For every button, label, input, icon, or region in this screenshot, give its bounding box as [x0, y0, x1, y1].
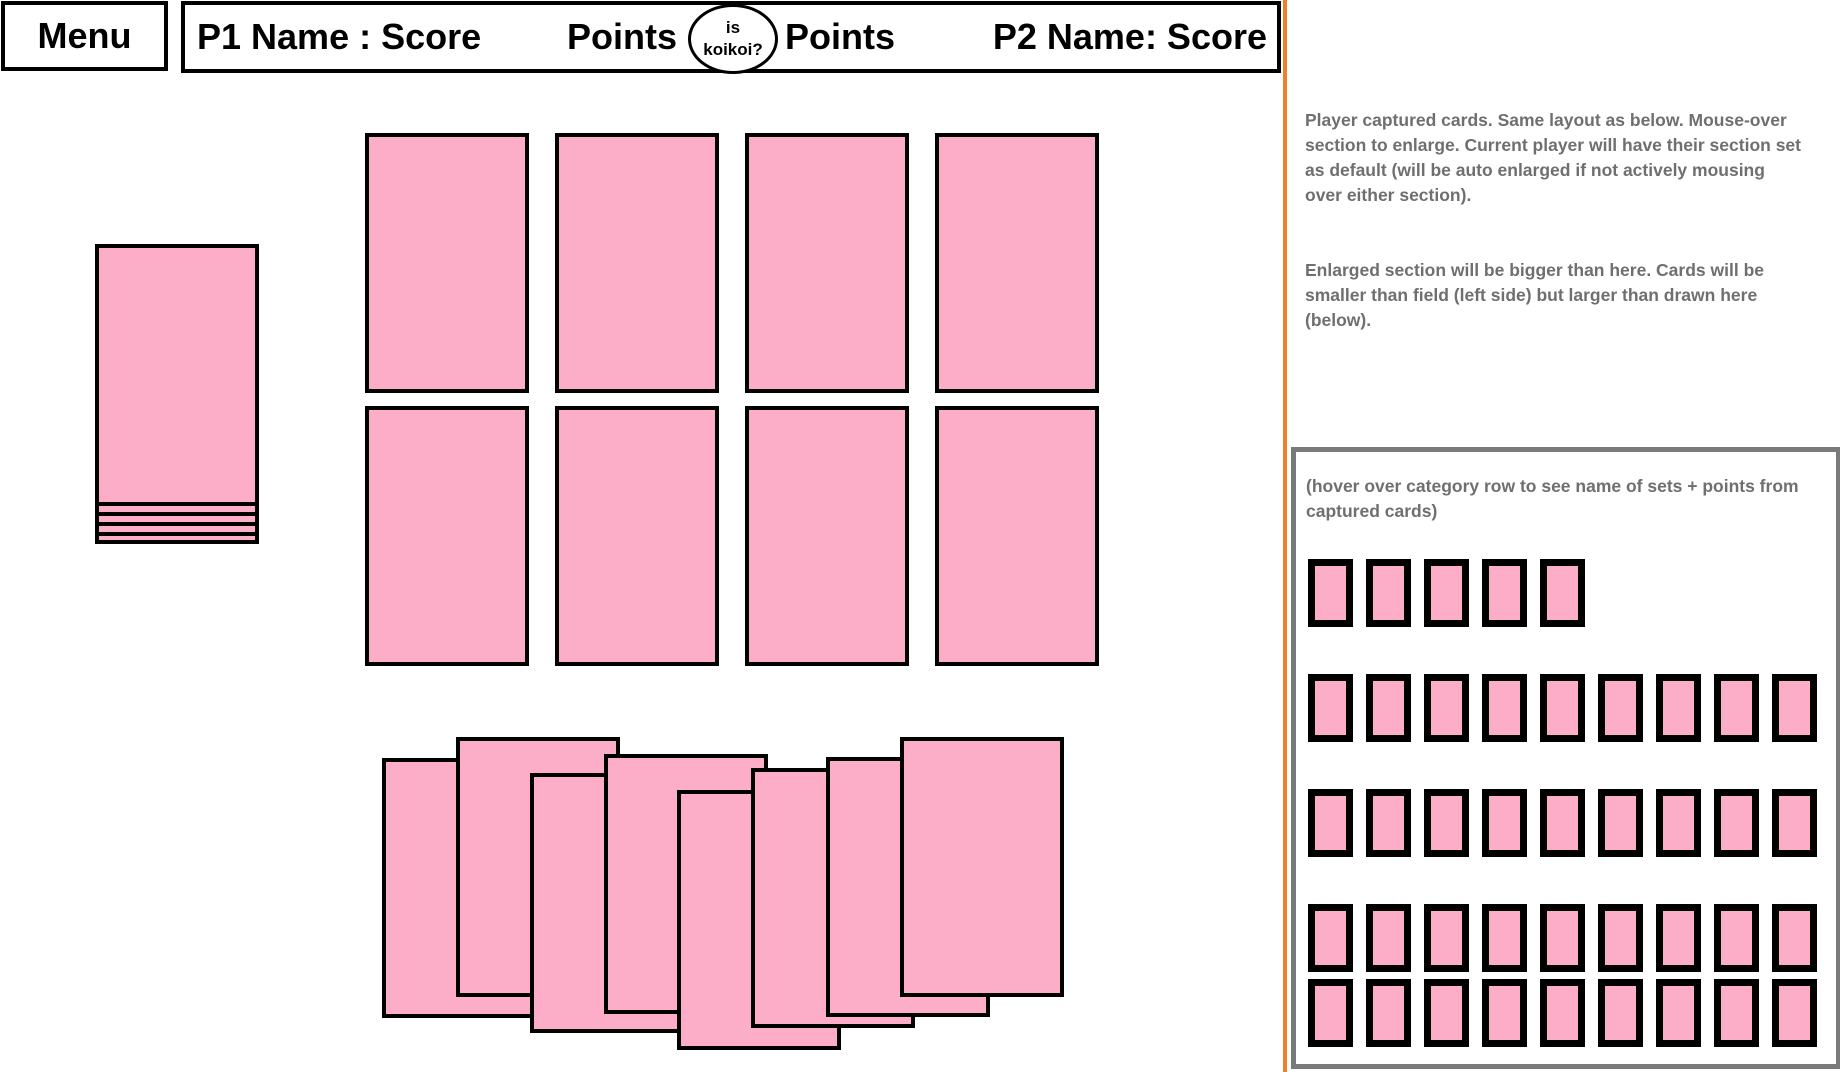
field-card[interactable]: [745, 133, 909, 393]
captured-card: [1540, 789, 1585, 857]
captured-card: [1772, 789, 1817, 857]
captured-card: [1656, 904, 1701, 972]
deck-edge-line: [99, 512, 255, 516]
category-row[interactable]: [1296, 789, 1836, 857]
captured-cards-panel: Player captured cards. Same layout as be…: [1283, 0, 1840, 1072]
captured-card: [1308, 674, 1353, 742]
captured-card: [1656, 674, 1701, 742]
koikoi-line-2: koikoi?: [703, 40, 763, 59]
captured-card: [1308, 559, 1353, 627]
captured-cards-section[interactable]: (hover over category row to see name of …: [1291, 447, 1840, 1069]
captured-hint: (hover over category row to see name of …: [1306, 476, 1799, 521]
captured-card: [1424, 674, 1469, 742]
field-card[interactable]: [745, 406, 909, 666]
captured-card: [1482, 559, 1527, 627]
captured-card: [1772, 904, 1817, 972]
captured-card: [1540, 904, 1585, 972]
captured-card: [1540, 674, 1585, 742]
captured-card: [1366, 979, 1411, 1047]
captured-card: [1714, 904, 1759, 972]
field-card[interactable]: [935, 406, 1099, 666]
menu-button[interactable]: Menu: [1, 1, 168, 71]
koikoi-indicator[interactable]: is koikoi?: [688, 4, 778, 74]
category-row[interactable]: [1296, 559, 1836, 627]
koikoi-line-1: is: [725, 18, 741, 37]
captured-card: [1308, 789, 1353, 857]
captured-card: [1308, 904, 1353, 972]
hand-card[interactable]: [900, 737, 1064, 997]
draw-deck[interactable]: [95, 244, 259, 544]
captured-card: [1598, 979, 1643, 1047]
field-card[interactable]: [555, 406, 719, 666]
captured-card: [1482, 674, 1527, 742]
captured-card: [1482, 904, 1527, 972]
captured-note-1: Player captured cards. Same layout as be…: [1305, 110, 1801, 205]
captured-card: [1714, 674, 1759, 742]
captured-card: [1366, 559, 1411, 627]
captured-card: [1366, 674, 1411, 742]
captured-card: [1598, 674, 1643, 742]
captured-card: [1598, 904, 1643, 972]
category-row[interactable]: [1296, 979, 1836, 1047]
player2-points: Points: [785, 16, 896, 57]
captured-card: [1540, 559, 1585, 627]
captured-card: [1424, 559, 1469, 627]
captured-card: [1366, 904, 1411, 972]
field-card[interactable]: [935, 133, 1099, 393]
captured-card: [1308, 979, 1353, 1047]
captured-card: [1540, 979, 1585, 1047]
captured-card: [1424, 789, 1469, 857]
menu-button-label: Menu: [37, 15, 132, 56]
field-card[interactable]: [555, 133, 719, 393]
captured-card: [1482, 979, 1527, 1047]
field-card[interactable]: [365, 406, 529, 666]
captured-card: [1656, 979, 1701, 1047]
player1-points: Points: [567, 16, 678, 57]
captured-card: [1366, 789, 1411, 857]
captured-note-2: Enlarged section will be bigger than her…: [1305, 260, 1764, 330]
deck-edge-line: [99, 532, 255, 536]
captured-card: [1424, 979, 1469, 1047]
score-bar: P1 Name : Score Points is koikoi? Points…: [181, 1, 1281, 74]
deck-edge-line: [99, 502, 255, 506]
captured-card: [1598, 789, 1643, 857]
player2-score: P2 Name: Score: [992, 16, 1267, 57]
captured-card: [1772, 979, 1817, 1047]
field-card[interactable]: [365, 133, 529, 393]
category-row[interactable]: [1296, 674, 1836, 742]
captured-card: [1714, 979, 1759, 1047]
captured-card: [1772, 674, 1817, 742]
category-row[interactable]: [1296, 904, 1836, 972]
captured-card: [1714, 789, 1759, 857]
player1-score: P1 Name : Score: [197, 16, 482, 57]
captured-card: [1656, 789, 1701, 857]
captured-card: [1482, 789, 1527, 857]
captured-card: [1424, 904, 1469, 972]
deck-edge-line: [99, 522, 255, 526]
